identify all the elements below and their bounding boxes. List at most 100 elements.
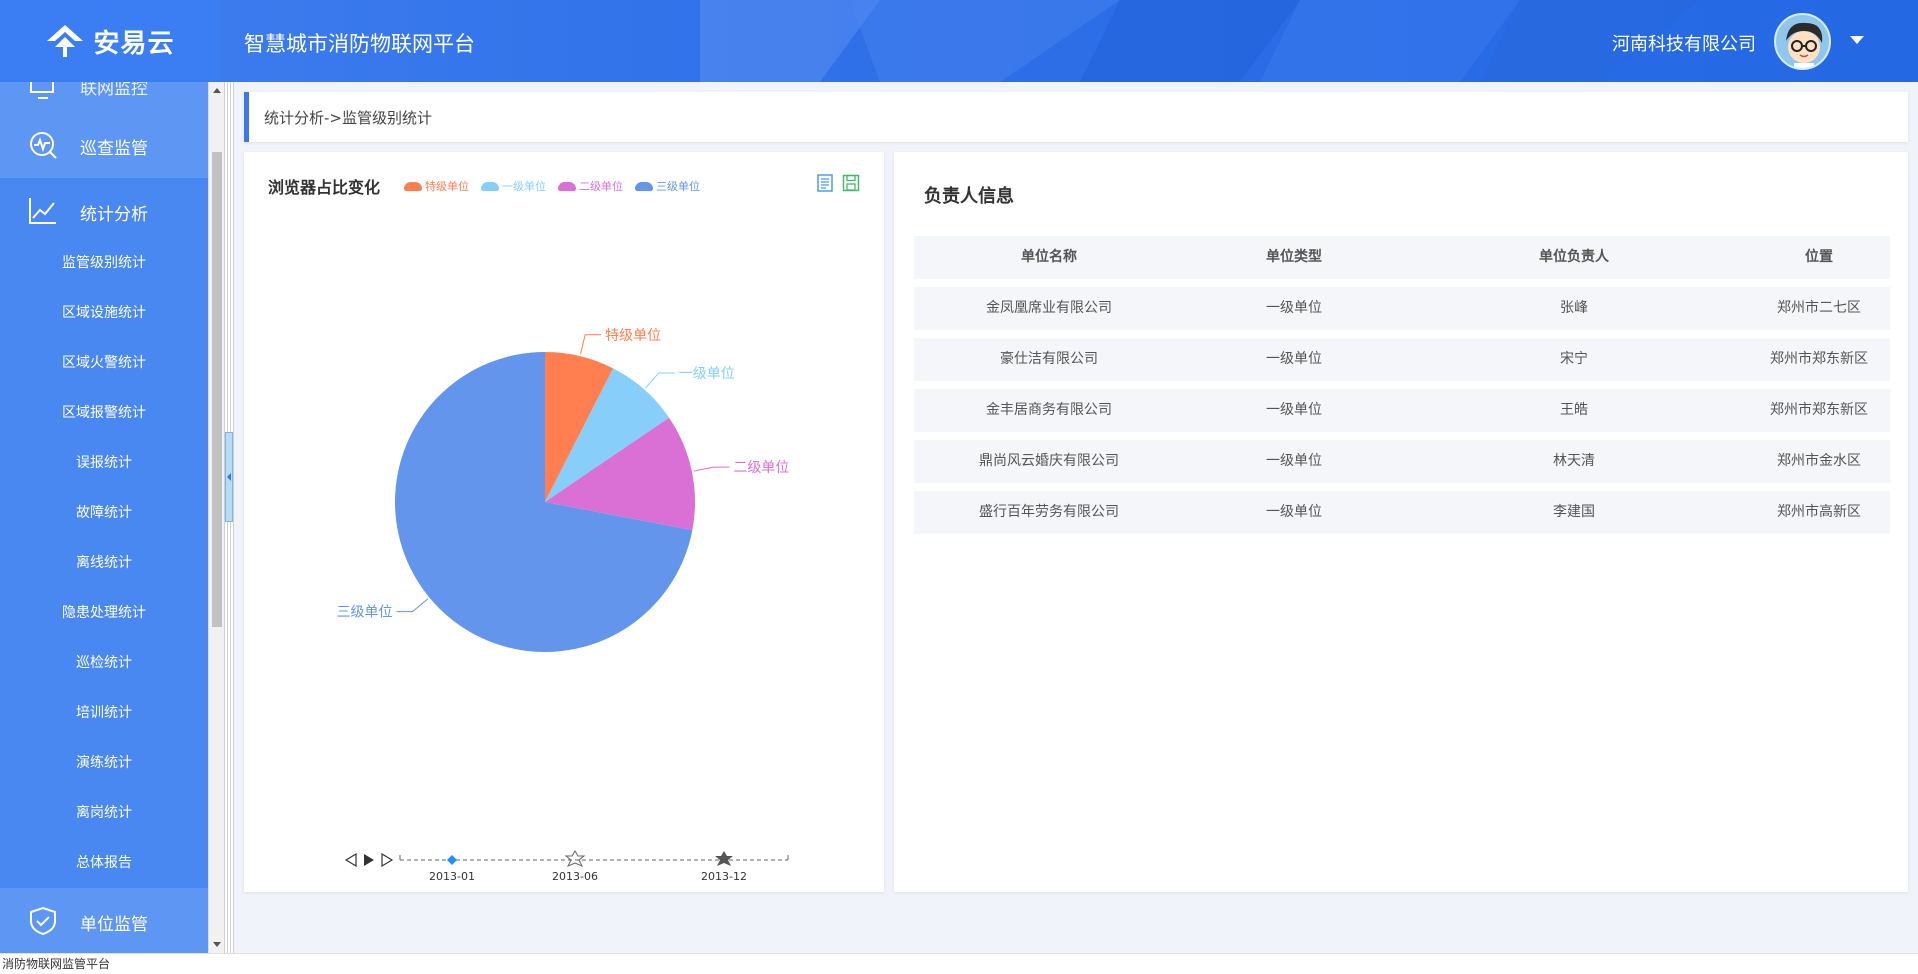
- timeline-label: 2013-01: [429, 870, 475, 882]
- column-header[interactable]: 单位名称: [944, 236, 1154, 279]
- data-view-icon[interactable]: [816, 174, 834, 192]
- sidebar-scrollbar[interactable]: [208, 82, 224, 953]
- table-cell: 郑州市二七区: [1777, 300, 1861, 316]
- table-cell: 郑州市郑东新区: [1770, 402, 1868, 418]
- pie-chart: 特级单位一级单位二级单位三级单位: [336, 328, 789, 652]
- table-row[interactable]: 金凤凰席业有限公司 一级单位 张峰 郑州市二七区: [914, 287, 1890, 330]
- shield-check-icon: [30, 906, 56, 936]
- column-header[interactable]: 单位负责人: [1484, 236, 1664, 279]
- breadcrumb: 统计分析->监管级别统计: [244, 92, 1908, 142]
- status-bar: 消防物联网监管平台: [0, 953, 1918, 973]
- sidebar-subitem[interactable]: 区域火警统计: [0, 338, 208, 388]
- chart-toolbox: [816, 174, 860, 192]
- pie-slice-label: 三级单位: [336, 605, 392, 621]
- logo-text: 安易云: [93, 28, 175, 59]
- sidebar-subitem[interactable]: 隐患处理统计: [0, 588, 208, 638]
- legend-label: 二级单位: [579, 180, 623, 193]
- scroll-up-arrow-icon[interactable]: [213, 88, 221, 93]
- sidebar-item-unit-supervision[interactable]: 单位监管: [0, 888, 208, 953]
- table-title: 负责人信息: [924, 186, 1014, 207]
- chart-panel: 浏览器占比变化 特级单位 一级单位 二级单位 三级单位 特级单位 一级单位 二级单位 三级单…: [244, 152, 884, 892]
- sidebar-subitem[interactable]: 误报统计: [0, 438, 208, 488]
- sidebar-subitem[interactable]: 区域设施统计: [0, 288, 208, 338]
- legend-swatch: [558, 181, 576, 191]
- timeline-point-2013-01[interactable]: [447, 855, 457, 865]
- pie-slice-label: 二级单位: [733, 460, 789, 476]
- table-cell: 王皓: [1560, 402, 1588, 418]
- pie-label-line: [579, 334, 602, 355]
- legend-label: 三级单位: [656, 180, 700, 193]
- legend-label: 特级单位: [425, 180, 469, 193]
- logo-icon: [47, 25, 84, 57]
- legend-item[interactable]: 三级单位: [635, 178, 700, 194]
- scrollbar-thumb[interactable]: [212, 152, 222, 627]
- table-cell: 林天清: [1553, 453, 1595, 469]
- timeline-label: 2013-12: [701, 870, 747, 882]
- table-cell: 一级单位: [1266, 504, 1322, 520]
- legend-swatch: [635, 181, 653, 191]
- sidebar-subitem[interactable]: 演练统计: [0, 738, 208, 788]
- table-cell: 一级单位: [1266, 351, 1322, 367]
- user-avatar[interactable]: [1774, 13, 1831, 70]
- table-cell: 宋宁: [1560, 351, 1588, 367]
- sidebar-item-patrol[interactable]: 巡查监管: [0, 112, 208, 178]
- sidebar-item-label: 巡查监管: [80, 139, 148, 159]
- save-image-icon[interactable]: [842, 174, 860, 192]
- scroll-down-arrow-icon[interactable]: [213, 942, 221, 947]
- sidebar-subitem[interactable]: 总体报告: [0, 838, 208, 888]
- legend-swatch: [404, 181, 422, 191]
- sidebar-item-label: 联网监控: [80, 82, 148, 99]
- timeline-play-icon[interactable]: [364, 854, 374, 866]
- table-row[interactable]: 豪仕洁有限公司 一级单位 宋宁 郑州市郑东新区: [914, 338, 1890, 381]
- sidebar-subitem[interactable]: 离岗统计: [0, 788, 208, 838]
- legend-swatch: [481, 181, 499, 191]
- timeline-prev-icon[interactable]: [344, 852, 357, 868]
- timeline-next-icon[interactable]: [381, 852, 394, 868]
- sidebar-item-statistics[interactable]: 统计分析: [0, 178, 208, 244]
- panel-splitter[interactable]: [224, 82, 234, 953]
- sidebar-subitem[interactable]: 离线统计: [0, 538, 208, 588]
- table-row[interactable]: 盛行百年劳务有限公司 一级单位 李建国 郑州市高新区: [914, 491, 1890, 534]
- table-cell: 豪仕洁有限公司: [1000, 351, 1098, 367]
- responsible-person-panel: 负责人信息 单位名称 单位类型 单位负责人 位置 金凤凰席业有限公司 一级单位 张峰…: [894, 152, 1908, 892]
- table-cell: 郑州市金水区: [1777, 453, 1861, 469]
- logo[interactable]: 安易云: [0, 0, 220, 82]
- table-cell: 一级单位: [1266, 300, 1322, 316]
- table-cell: 郑州市郑东新区: [1770, 351, 1868, 367]
- sidebar-subitem[interactable]: 培训统计: [0, 688, 208, 738]
- table-cell: 张峰: [1560, 300, 1588, 316]
- main-content: 统计分析->监管级别统计 浏览器占比变化 特级单位 一级单位 二级单位 三级单位 特级…: [234, 82, 1918, 953]
- pie-label-line: [396, 598, 429, 613]
- legend-item[interactable]: 特级单位: [404, 178, 469, 194]
- table-header-row: 单位名称 单位类型 单位负责人 位置: [914, 236, 1890, 279]
- table-cell: 郑州市高新区: [1777, 504, 1861, 520]
- sidebar-subitem[interactable]: 故障统计: [0, 488, 208, 538]
- table-cell: 金凤凰席业有限公司: [986, 300, 1112, 316]
- company-name[interactable]: 河南科技有限公司: [1612, 30, 1756, 56]
- user-menu-caret-icon[interactable]: [1850, 36, 1864, 44]
- timeline-point-2013-12[interactable]: [715, 851, 733, 866]
- table-cell: 一级单位: [1266, 402, 1322, 418]
- column-header[interactable]: 单位类型: [1204, 236, 1384, 279]
- table-row[interactable]: 金丰居商务有限公司 一级单位 王皓 郑州市郑东新区: [914, 389, 1890, 432]
- table-cell: 一级单位: [1266, 453, 1322, 469]
- sidebar: 联网监控 巡查监管 统计分析 监管级别统计 区域设施统计 区域火警统计 区域报警…: [0, 82, 208, 953]
- column-header[interactable]: 位置: [1754, 236, 1884, 279]
- table-row[interactable]: 鼎尚风云婚庆有限公司 一级单位 林天清 郑州市金水区: [914, 440, 1890, 483]
- pie-slice-label: 一级单位: [679, 366, 735, 382]
- collapse-sidebar-handle[interactable]: [225, 432, 233, 522]
- timeline-control: 2013-01 2013-06 2013-12: [344, 850, 789, 882]
- timeline-point-2013-06[interactable]: [564, 850, 586, 867]
- timeline-label: 2013-06: [552, 870, 598, 882]
- table-cell: 鼎尚风云婚庆有限公司: [979, 453, 1119, 469]
- legend-label: 一级单位: [502, 180, 546, 193]
- sidebar-subitem[interactable]: 区域报警统计: [0, 388, 208, 438]
- sidebar-item-network-monitor[interactable]: 联网监控: [0, 82, 208, 112]
- table-cell: 李建国: [1553, 504, 1595, 520]
- sidebar-item-label: 统计分析: [80, 205, 148, 225]
- sidebar-subitem[interactable]: 巡检统计: [0, 638, 208, 688]
- legend-item[interactable]: 一级单位: [481, 178, 546, 194]
- sidebar-subitem[interactable]: 监管级别统计: [0, 238, 208, 288]
- chart-line-icon: [29, 198, 56, 224]
- legend-item[interactable]: 二级单位: [558, 178, 623, 194]
